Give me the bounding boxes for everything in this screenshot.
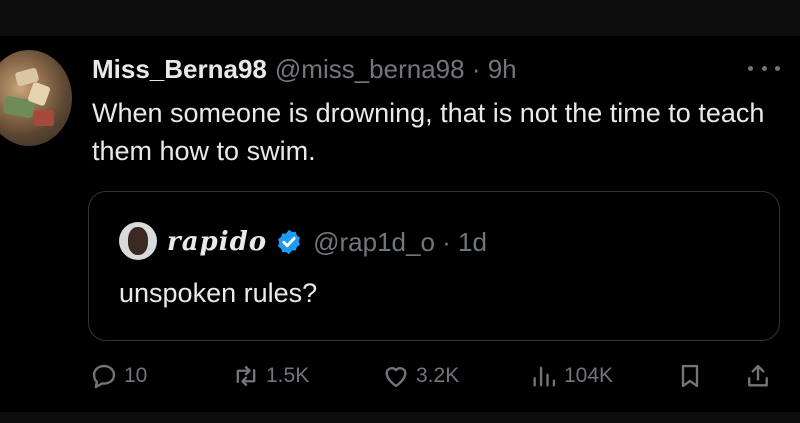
top-bar — [0, 0, 800, 36]
author-avatar[interactable] — [0, 50, 72, 146]
share-icon — [748, 364, 768, 387]
bottom-bar — [0, 412, 800, 423]
views-button[interactable]: 104K — [530, 356, 613, 396]
tweet-text: When someone is drowning, that is not th… — [92, 98, 765, 166]
tweet-header: Miss_Berna98 @miss_berna98 · 9h — [92, 52, 517, 86]
quoted-tweet[interactable]: rapido @rap1d_o · 1d unspoken rules? — [88, 191, 780, 341]
repost-count: 1.5K — [266, 364, 310, 387]
more-icon[interactable] — [748, 58, 780, 78]
verified-badge-icon — [278, 229, 301, 255]
heart-icon — [385, 367, 407, 388]
reply-button[interactable]: 10 — [90, 356, 147, 396]
views-icon — [533, 366, 556, 387]
quoted-author-display-name[interactable]: rapido — [167, 227, 267, 257]
share-button[interactable] — [744, 356, 772, 396]
quoted-author-avatar[interactable] — [119, 222, 157, 260]
author-handle-time[interactable]: @miss_berna98 · 9h — [275, 54, 517, 85]
like-button[interactable]: 3.2K — [382, 356, 459, 396]
quoted-author-handle-time[interactable]: @rap1d_o · 1d — [313, 227, 487, 258]
like-count: 3.2K — [416, 364, 460, 387]
quoted-tweet-header: rapido @rap1d_o · 1d — [167, 224, 487, 260]
repost-icon — [236, 366, 256, 386]
reply-icon — [92, 364, 116, 389]
author-display-name[interactable]: Miss_Berna98 — [92, 54, 267, 85]
reply-count: 10 — [124, 364, 148, 387]
quoted-tweet-text: unspoken rules? — [119, 278, 318, 308]
views-count: 104K — [564, 364, 614, 387]
bookmark-button[interactable] — [676, 356, 704, 396]
tweet-actions: 10 1.5K 3.2K 104K — [0, 356, 800, 396]
bookmark-icon — [681, 364, 699, 388]
repost-button[interactable]: 1.5K — [232, 356, 309, 396]
